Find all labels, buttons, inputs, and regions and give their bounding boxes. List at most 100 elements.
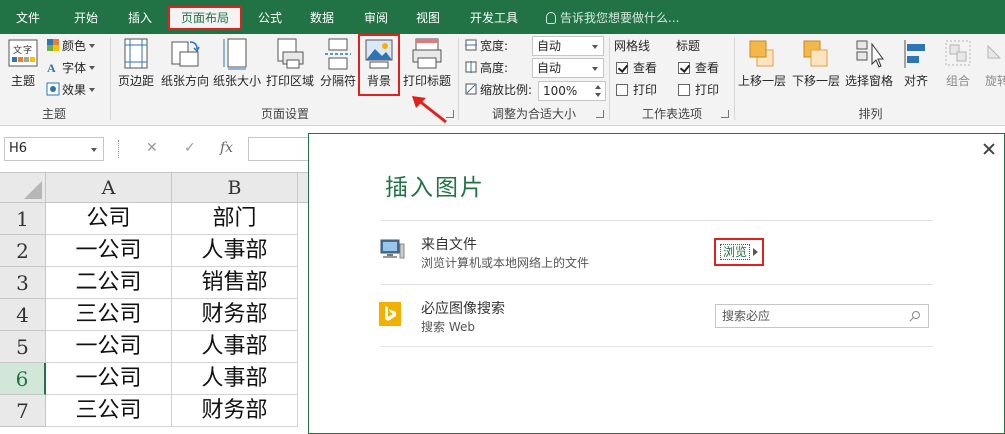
row-header-1[interactable]: 1 [0,203,46,235]
cell-b7[interactable]: 财务部 [172,395,298,427]
chevron-right-icon [753,248,759,256]
divider [381,346,933,347]
column-header-a[interactable]: A [46,173,172,203]
cell-a5[interactable]: 一公司 [46,331,172,363]
row-header-4[interactable]: 4 [0,299,46,331]
tab-view[interactable]: 视图 [404,6,452,30]
tab-page-layout[interactable]: 页面布局 [168,6,242,30]
bring-forward-label: 上移一层 [737,74,786,88]
colors-button[interactable]: 颜色 [46,36,96,56]
themes-icon: 文 字 [8,38,38,70]
row-header-6[interactable]: 6 [0,363,46,395]
tab-home[interactable]: 开始 [62,6,110,30]
sheet-options-launcher-icon[interactable] [721,110,729,118]
cell-a6[interactable]: 一公司 [46,363,172,395]
gridlines-print-checkbox[interactable]: 打印 [616,80,657,100]
themes-label: 主题 [10,74,35,88]
width-icon [465,39,477,51]
orientation-button[interactable]: 纸张方向 [160,36,210,102]
height-dropdown[interactable]: 自动 [532,58,604,78]
breaks-button[interactable]: 分隔符 [318,36,358,102]
from-file-subtitle: 浏览计算机或本地网络上的文件 [421,256,590,270]
bing-search-placeholder: 搜索必应 [722,309,771,323]
column-header-b[interactable]: B [172,173,298,203]
scale-spinner[interactable]: 100% [538,81,606,101]
send-backward-button[interactable]: 下移一层 [790,36,842,102]
scale-row: 缩放比例: [464,80,532,100]
margins-icon [121,38,151,70]
size-label: 纸张大小 [212,74,261,88]
colors-label: 颜色 [62,39,87,53]
headings-print-label: 打印 [695,83,720,97]
close-icon[interactable] [982,142,996,156]
scale-launcher-icon[interactable] [596,110,604,118]
tab-file[interactable]: 文件 [6,6,50,30]
cell-b3[interactable]: 销售部 [172,267,298,299]
spin-up-icon[interactable] [595,85,601,89]
select-all-corner[interactable] [0,173,46,203]
fonts-label: 字体 [62,61,87,75]
send-backward-icon [801,38,831,70]
cell-b5[interactable]: 人事部 [172,331,298,363]
group-button[interactable]: 组合 [940,36,976,102]
width-value: 自动 [537,39,562,53]
cell-a4[interactable]: 三公司 [46,299,172,331]
margins-button[interactable]: 页边距 [114,36,158,102]
selection-pane-button[interactable]: 选择窗格 [842,36,896,102]
browse-link[interactable]: 浏览 [714,238,765,266]
pointer-arrow-icon [412,96,447,124]
row-header-7[interactable]: 7 [0,395,46,427]
effects-button[interactable]: 效果 [46,80,96,100]
cell-a1[interactable]: 公司 [46,203,172,235]
print-titles-button[interactable]: 打印标题 [400,36,454,102]
cell-b6[interactable]: 人事部 [172,363,298,395]
headings-view-checkbox[interactable]: 查看 [678,58,719,78]
row-header-2[interactable]: 2 [0,235,46,267]
cell-b2[interactable]: 人事部 [172,235,298,267]
cell-b1[interactable]: 部门 [172,203,298,235]
themes-button[interactable]: 文 字 主题 [4,36,42,102]
tab-formulas[interactable]: 公式 [246,6,294,30]
insert-function-icon[interactable]: fx [220,140,233,156]
cell-a3[interactable]: 二公司 [46,267,172,299]
width-label: 宽度: [480,39,509,53]
spin-down-icon[interactable] [595,93,601,97]
print-area-button[interactable]: 打印区域 [264,36,316,102]
width-dropdown[interactable]: 自动 [532,36,604,56]
align-button[interactable]: 对齐 [898,36,934,102]
enter-icon[interactable]: ✓ [184,140,196,156]
gridlines-print-label: 打印 [633,83,658,97]
divider [381,284,933,285]
cell-a2[interactable]: 一公司 [46,235,172,267]
size-button[interactable]: 纸张大小 [212,36,262,102]
chevron-down-icon [91,148,97,152]
tell-me-box[interactable]: 告诉我您想要做什么... [546,6,679,30]
send-backward-label: 下移一层 [791,74,840,88]
gridlines-view-checkbox[interactable]: 查看 [616,58,657,78]
cell-b4[interactable]: 财务部 [172,299,298,331]
group-label-scale-to-fit: 调整为合适大小 [491,107,576,121]
row-header-3[interactable]: 3 [0,267,46,299]
scale-value: 100% [543,84,578,98]
rotate-button[interactable]: 旋转 [982,36,1005,102]
cancel-icon[interactable]: ✕ [146,140,158,156]
colors-icon [47,39,59,51]
cell-a7[interactable]: 三公司 [46,395,172,427]
gridlines-view-label: 查看 [633,61,658,75]
row-header-5[interactable]: 5 [0,331,46,363]
headings-print-checkbox[interactable]: 打印 [678,80,719,100]
tab-data[interactable]: 数据 [298,6,346,30]
group-divider [110,38,111,120]
fonts-button[interactable]: A 字体 [46,58,96,78]
group-label-themes: 主题 [41,107,66,121]
tab-insert[interactable]: 插入 [116,6,164,30]
rotate-icon [982,38,1005,70]
tab-developer[interactable]: 开发工具 [458,6,530,30]
name-box[interactable]: H6 [4,137,104,161]
bring-forward-button[interactable]: 上移一层 [736,36,788,102]
search-icon[interactable] [912,311,920,319]
breaks-label: 分隔符 [319,74,356,88]
tab-review[interactable]: 审阅 [352,6,400,30]
bing-search-input[interactable]: 搜索必应 [715,304,929,328]
svg-text:文: 文 [13,44,22,55]
